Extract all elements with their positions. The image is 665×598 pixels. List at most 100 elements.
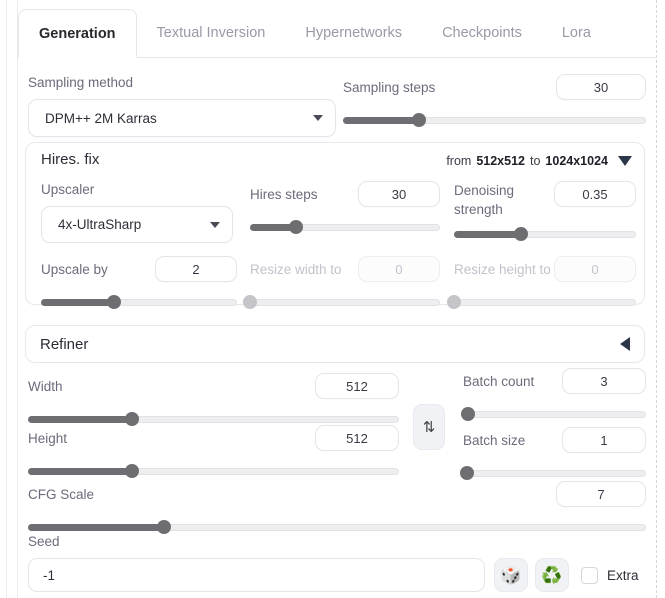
refiner-panel[interactable]: Refiner: [25, 325, 645, 363]
random-seed-dice-button[interactable]: 🎲: [494, 558, 528, 592]
sampling-method-value: DPM++ 2M Karras: [45, 110, 157, 126]
hires-steps-input[interactable]: 30: [358, 181, 440, 207]
sampling-method-label: Sampling method: [28, 75, 134, 90]
tab-hypernetworks-label: Hypernetworks: [305, 25, 403, 41]
tab-checkpoints-label: Checkpoints: [442, 25, 522, 41]
sampling-steps-slider-knob[interactable]: [411, 113, 426, 127]
seed-input[interactable]: -1: [28, 558, 485, 592]
swap-dimensions-button[interactable]: ⇅: [413, 404, 445, 450]
hires-collapse-triangle-down-icon[interactable]: [618, 156, 632, 166]
hires-range-mid: to: [529, 154, 541, 168]
stable-diffusion-generation-panel: Generation Textual Inversion Hypernetwor…: [0, 0, 665, 598]
extra-label: Extra: [607, 567, 639, 583]
chevron-down-icon: [313, 115, 323, 121]
sampling-steps-input[interactable]: 30: [556, 74, 646, 100]
sampling-method-dropdown[interactable]: DPM++ 2M Karras: [28, 99, 336, 137]
batch-count-label: Batch count: [463, 373, 535, 389]
hires-fix-title: Hires. fix: [41, 151, 100, 168]
height-label: Height: [28, 430, 68, 446]
resize-width-label: Resize width to: [250, 261, 342, 277]
resize-height-group: Resize height to 0: [447, 256, 636, 309]
seed-label: Seed: [28, 534, 60, 549]
resize-height-slider-knob[interactable]: [447, 295, 461, 309]
cfg-scale-slider[interactable]: [28, 520, 646, 534]
width-group: Width 512: [28, 373, 399, 426]
batch-count-input[interactable]: 3: [562, 368, 646, 394]
denoising-strength-input[interactable]: 0.35: [554, 181, 636, 207]
width-slider[interactable]: [28, 412, 399, 426]
swap-arrows-icon: ⇅: [422, 419, 436, 436]
extra-checkbox-group[interactable]: Extra: [581, 566, 639, 584]
height-slider[interactable]: [28, 464, 399, 478]
chevron-down-icon: [210, 221, 220, 228]
height-input[interactable]: 512: [315, 425, 399, 451]
tab-textual-inversion[interactable]: Textual Inversion: [137, 9, 286, 57]
cfg-scale-label: CFG Scale: [28, 486, 95, 502]
upscale-by-input[interactable]: 2: [155, 256, 237, 282]
hires-steps-group: Hires steps 30: [250, 181, 440, 234]
hires-resolution-summary: from 512x512 to 1024x1024: [446, 154, 608, 168]
cfg-scale-group: CFG Scale 7: [28, 481, 646, 534]
resize-height-label: Resize height to: [454, 261, 551, 277]
batch-size-group: Batch size 1: [459, 427, 646, 480]
upscale-by-slider-knob[interactable]: [106, 295, 121, 309]
upscaler-group: Upscaler 4x-UltraSharp: [41, 181, 236, 243]
batch-count-slider-knob[interactable]: [461, 407, 476, 421]
width-input[interactable]: 512: [315, 373, 399, 399]
tab-bar: Generation Textual Inversion Hypernetwor…: [18, 9, 656, 58]
left-border-inner: [17, 0, 18, 598]
batch-count-slider[interactable]: [461, 407, 646, 421]
cfg-scale-input[interactable]: 7: [556, 481, 646, 507]
upscale-by-slider[interactable]: [41, 295, 237, 309]
resize-width-group: Resize width to 0: [243, 256, 440, 309]
batch-size-input[interactable]: 1: [562, 427, 646, 453]
denoising-strength-label: Denoising strength: [454, 181, 514, 219]
recycle-icon: ♻️: [541, 565, 563, 585]
denoising-strength-slider-knob[interactable]: [514, 227, 529, 241]
resize-height-input[interactable]: 0: [554, 256, 636, 282]
batch-size-slider[interactable]: [459, 466, 646, 480]
width-label: Width: [28, 378, 63, 394]
seed-group: Seed -1 🎲 ♻️ Extra: [28, 533, 646, 592]
upscaler-label: Upscaler: [41, 182, 95, 197]
refiner-expand-triangle-left-icon[interactable]: [620, 337, 630, 351]
refiner-title: Refiner: [40, 335, 89, 353]
sampling-steps-slider[interactable]: [343, 113, 646, 127]
hires-steps-slider-knob[interactable]: [288, 220, 303, 234]
hires-steps-label: Hires steps: [250, 186, 318, 202]
tab-lora[interactable]: Lora: [542, 9, 611, 57]
reuse-seed-recycle-button[interactable]: ♻️: [535, 558, 569, 592]
upscaler-value: 4x-UltraSharp: [58, 217, 142, 232]
denoising-strength-slider[interactable]: [454, 227, 636, 241]
sampling-method-group: Sampling method DPM++ 2M Karras: [28, 74, 338, 137]
resize-width-slider[interactable]: [243, 295, 440, 309]
hires-range-to: 1024x1024: [545, 154, 608, 168]
resize-width-slider-knob[interactable]: [243, 295, 257, 309]
height-slider-knob[interactable]: [124, 464, 139, 478]
hires-range-from: 512x512: [476, 154, 525, 168]
batch-count-group: Batch count 3: [461, 368, 646, 421]
upscaler-dropdown[interactable]: 4x-UltraSharp: [41, 206, 233, 243]
tab-lora-label: Lora: [561, 25, 591, 41]
sampling-steps-group: Sampling steps 30: [343, 74, 646, 127]
sampling-steps-label: Sampling steps: [343, 79, 436, 95]
tab-hypernetworks[interactable]: Hypernetworks: [285, 9, 422, 57]
height-group: Height 512: [28, 425, 399, 478]
hires-fix-panel: Hires. fix from 512x512 to 1024x1024 Ups…: [25, 142, 645, 309]
hires-steps-slider[interactable]: [250, 220, 440, 234]
tab-generation[interactable]: Generation: [18, 9, 137, 58]
right-dashed-divider: [656, 0, 657, 598]
extra-checkbox[interactable]: [581, 566, 598, 584]
resize-width-input[interactable]: 0: [358, 256, 440, 282]
upscale-by-label: Upscale by: [41, 261, 108, 277]
left-border-outer: [6, 0, 7, 598]
width-slider-knob[interactable]: [124, 412, 139, 426]
dice-icon: 🎲: [500, 565, 522, 585]
tab-checkpoints[interactable]: Checkpoints: [422, 9, 542, 57]
resize-height-slider[interactable]: [447, 295, 636, 309]
upscale-by-group: Upscale by 2: [41, 256, 237, 309]
denoising-label-line1: Denoising: [454, 183, 515, 198]
cfg-scale-slider-knob[interactable]: [156, 520, 171, 534]
batch-size-slider-knob[interactable]: [459, 466, 474, 480]
denoising-strength-group: Denoising strength 0.35: [454, 181, 636, 241]
